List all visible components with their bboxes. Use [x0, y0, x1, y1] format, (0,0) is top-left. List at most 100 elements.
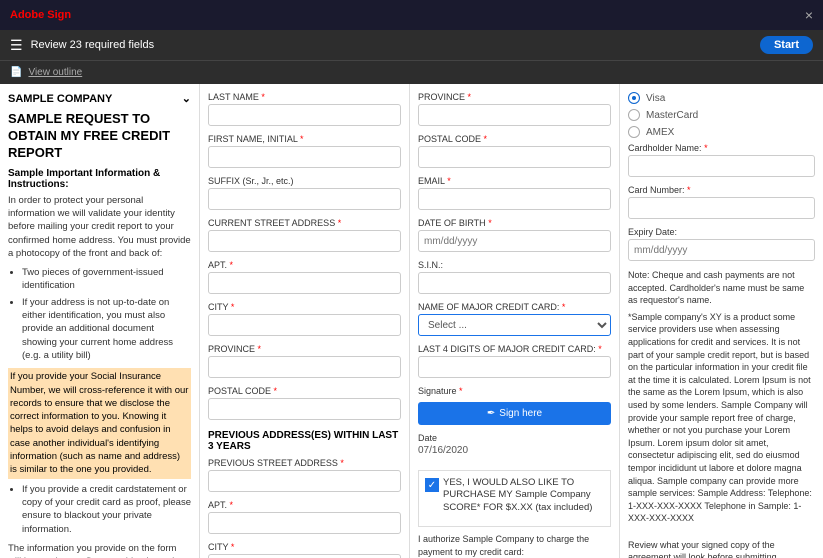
- rm-postal-field: POSTAL CODE *: [418, 134, 611, 168]
- paragraph1: In order to protect your personal inform…: [8, 194, 191, 260]
- purchase-checkbox-row: ✓ YES, I WOULD ALSO LIKE TO PURCHASE MY …: [425, 477, 604, 514]
- mastercard-option[interactable]: MasterCard: [628, 109, 815, 121]
- city-input[interactable]: [208, 314, 401, 336]
- visa-option[interactable]: Visa: [628, 92, 815, 104]
- bullet-item-2: If you provide a credit cardstatement or…: [22, 483, 191, 536]
- section-title: Sample Important Information & Instructi…: [8, 168, 191, 190]
- prev-street-label: PREVIOUS STREET ADDRESS *: [208, 458, 401, 468]
- prev-city-label: CITY *: [208, 542, 401, 552]
- purchase-checkbox[interactable]: ✓: [425, 478, 439, 492]
- sin-input[interactable]: [418, 272, 611, 294]
- card-name-select[interactable]: Select ...: [418, 314, 611, 336]
- rm-province-label: PROVINCE *: [418, 92, 611, 102]
- sign-button[interactable]: ✒ Sign here: [418, 402, 611, 425]
- start-button[interactable]: Start: [760, 36, 813, 54]
- authorize-text: I authorize Sample Company to charge the…: [418, 533, 611, 558]
- hamburger-icon[interactable]: ☰: [10, 37, 23, 54]
- pen-icon: ✒: [487, 408, 495, 419]
- cardholder-label: Cardholder Name: *: [628, 143, 815, 153]
- close-icon[interactable]: ×: [805, 7, 813, 23]
- card-digits-input[interactable]: [418, 356, 611, 378]
- last-name-field: LAST NAME *: [208, 92, 401, 126]
- view-outline-link[interactable]: View outline: [28, 67, 82, 78]
- card-name-label: NAME OF MAJOR CREDIT CARD: *: [418, 302, 611, 312]
- note1: Note: Cheque and cash payments are not a…: [628, 269, 815, 307]
- right-middle-panel: PROVINCE * POSTAL CODE * EMAIL * DATE OF…: [410, 84, 620, 558]
- bullet-list: Two pieces of government-issued identifi…: [8, 266, 191, 362]
- report-title: SAMPLE REQUEST TO OBTAIN MY FREE CREDIT …: [8, 111, 191, 162]
- province-input[interactable]: [208, 356, 401, 378]
- amex-label: AMEX: [646, 127, 674, 138]
- street-label: CURRENT STREET ADDRESS *: [208, 218, 401, 228]
- mastercard-radio[interactable]: [628, 109, 640, 121]
- prev-city-input[interactable]: [208, 554, 401, 558]
- prev-street-input[interactable]: [208, 470, 401, 492]
- required-fields-label: Review 23 required fields: [31, 39, 155, 51]
- card-digits-label: LAST 4 DIGITS OF MAJOR CREDIT CARD: *: [418, 344, 611, 354]
- street-input[interactable]: [208, 230, 401, 252]
- province-field: PROVINCE *: [208, 344, 401, 378]
- rm-province-field: PROVINCE *: [418, 92, 611, 126]
- rm-postal-label: POSTAL CODE *: [418, 134, 611, 144]
- expiry-input[interactable]: [628, 239, 815, 261]
- card-number-label: Card Number: *: [628, 185, 815, 195]
- bullet-item: Two pieces of government-issued identifi…: [22, 266, 191, 293]
- prev-city-field: CITY *: [208, 542, 401, 558]
- cardholder-field: Cardholder Name: *: [628, 143, 815, 177]
- card-number-field: Card Number: *: [628, 185, 815, 219]
- sin-field: S.I.N.:: [418, 260, 611, 294]
- first-name-label: FIRST NAME, INITIAL *: [208, 134, 401, 144]
- postal-label: POSTAL CODE *: [208, 386, 401, 396]
- middle-panel: LAST NAME * FIRST NAME, INITIAL * SUFFIX…: [200, 84, 410, 558]
- main-content: SAMPLE COMPANY ⌄ SAMPLE REQUEST TO OBTAI…: [0, 84, 823, 558]
- prev-apt-input[interactable]: [208, 512, 401, 534]
- view-outline-bar: 📄 View outline: [0, 60, 823, 84]
- email-field: EMAIL *: [418, 176, 611, 210]
- visa-radio[interactable]: [628, 92, 640, 104]
- apt-input[interactable]: [208, 272, 401, 294]
- adobe-logo: Adobe Sign: [10, 9, 71, 21]
- document-icon: 📄: [10, 67, 22, 78]
- date-field: Date 07/16/2020: [418, 433, 611, 456]
- paragraph2: The information you provide on the form …: [8, 542, 191, 558]
- city-field: CITY *: [208, 302, 401, 336]
- review-note: Review what your signed copy of the agre…: [628, 539, 815, 558]
- cardholder-input[interactable]: [628, 155, 815, 177]
- prev-street-field: PREVIOUS STREET ADDRESS *: [208, 458, 401, 492]
- dob-input[interactable]: [418, 230, 611, 252]
- expiry-field: Expiry Date:: [628, 227, 815, 261]
- postal-input[interactable]: [208, 398, 401, 420]
- far-right-panel: Visa MasterCard AMEX Cardholder Name: * …: [620, 84, 823, 558]
- mastercard-label: MasterCard: [646, 110, 698, 121]
- card-options-list: Visa MasterCard AMEX: [628, 92, 815, 138]
- left-panel: SAMPLE COMPANY ⌄ SAMPLE REQUEST TO OBTAI…: [0, 84, 200, 558]
- street-field: CURRENT STREET ADDRESS *: [208, 218, 401, 252]
- company-name: SAMPLE COMPANY: [8, 93, 112, 105]
- amex-option[interactable]: AMEX: [628, 126, 815, 138]
- card-number-input[interactable]: [628, 197, 815, 219]
- checkbox-container: ✓ YES, I WOULD ALSO LIKE TO PURCHASE MY …: [418, 470, 611, 527]
- bullet-item: If your address is not up-to-date on eit…: [22, 296, 191, 362]
- last-name-input[interactable]: [208, 104, 401, 126]
- first-name-input[interactable]: [208, 146, 401, 168]
- province-label: PROVINCE *: [208, 344, 401, 354]
- rm-province-input[interactable]: [418, 104, 611, 126]
- purchase-text: YES, I WOULD ALSO LIKE TO PURCHASE MY Sa…: [443, 477, 604, 514]
- second-bar: ☰ Review 23 required fields Start: [0, 30, 823, 60]
- amex-radio[interactable]: [628, 126, 640, 138]
- card-name-field: NAME OF MAJOR CREDIT CARD: * Select ...: [418, 302, 611, 336]
- note2: *Sample company's XY is a product some s…: [628, 311, 815, 525]
- postal-field: POSTAL CODE *: [208, 386, 401, 420]
- email-input[interactable]: [418, 188, 611, 210]
- city-label: CITY *: [208, 302, 401, 312]
- highlight-sin: If you provide your Social Insurance Num…: [8, 368, 191, 478]
- expand-icon[interactable]: ⌄: [182, 92, 191, 105]
- suffix-input[interactable]: [208, 188, 401, 210]
- date-value: 07/16/2020: [418, 445, 611, 456]
- visa-label: Visa: [646, 93, 665, 104]
- dob-field: DATE OF BIRTH *: [418, 218, 611, 252]
- bullet-list-2: If you provide a credit cardstatement or…: [8, 483, 191, 536]
- sin-label: S.I.N.:: [418, 260, 611, 270]
- expiry-label: Expiry Date:: [628, 227, 815, 237]
- rm-postal-input[interactable]: [418, 146, 611, 168]
